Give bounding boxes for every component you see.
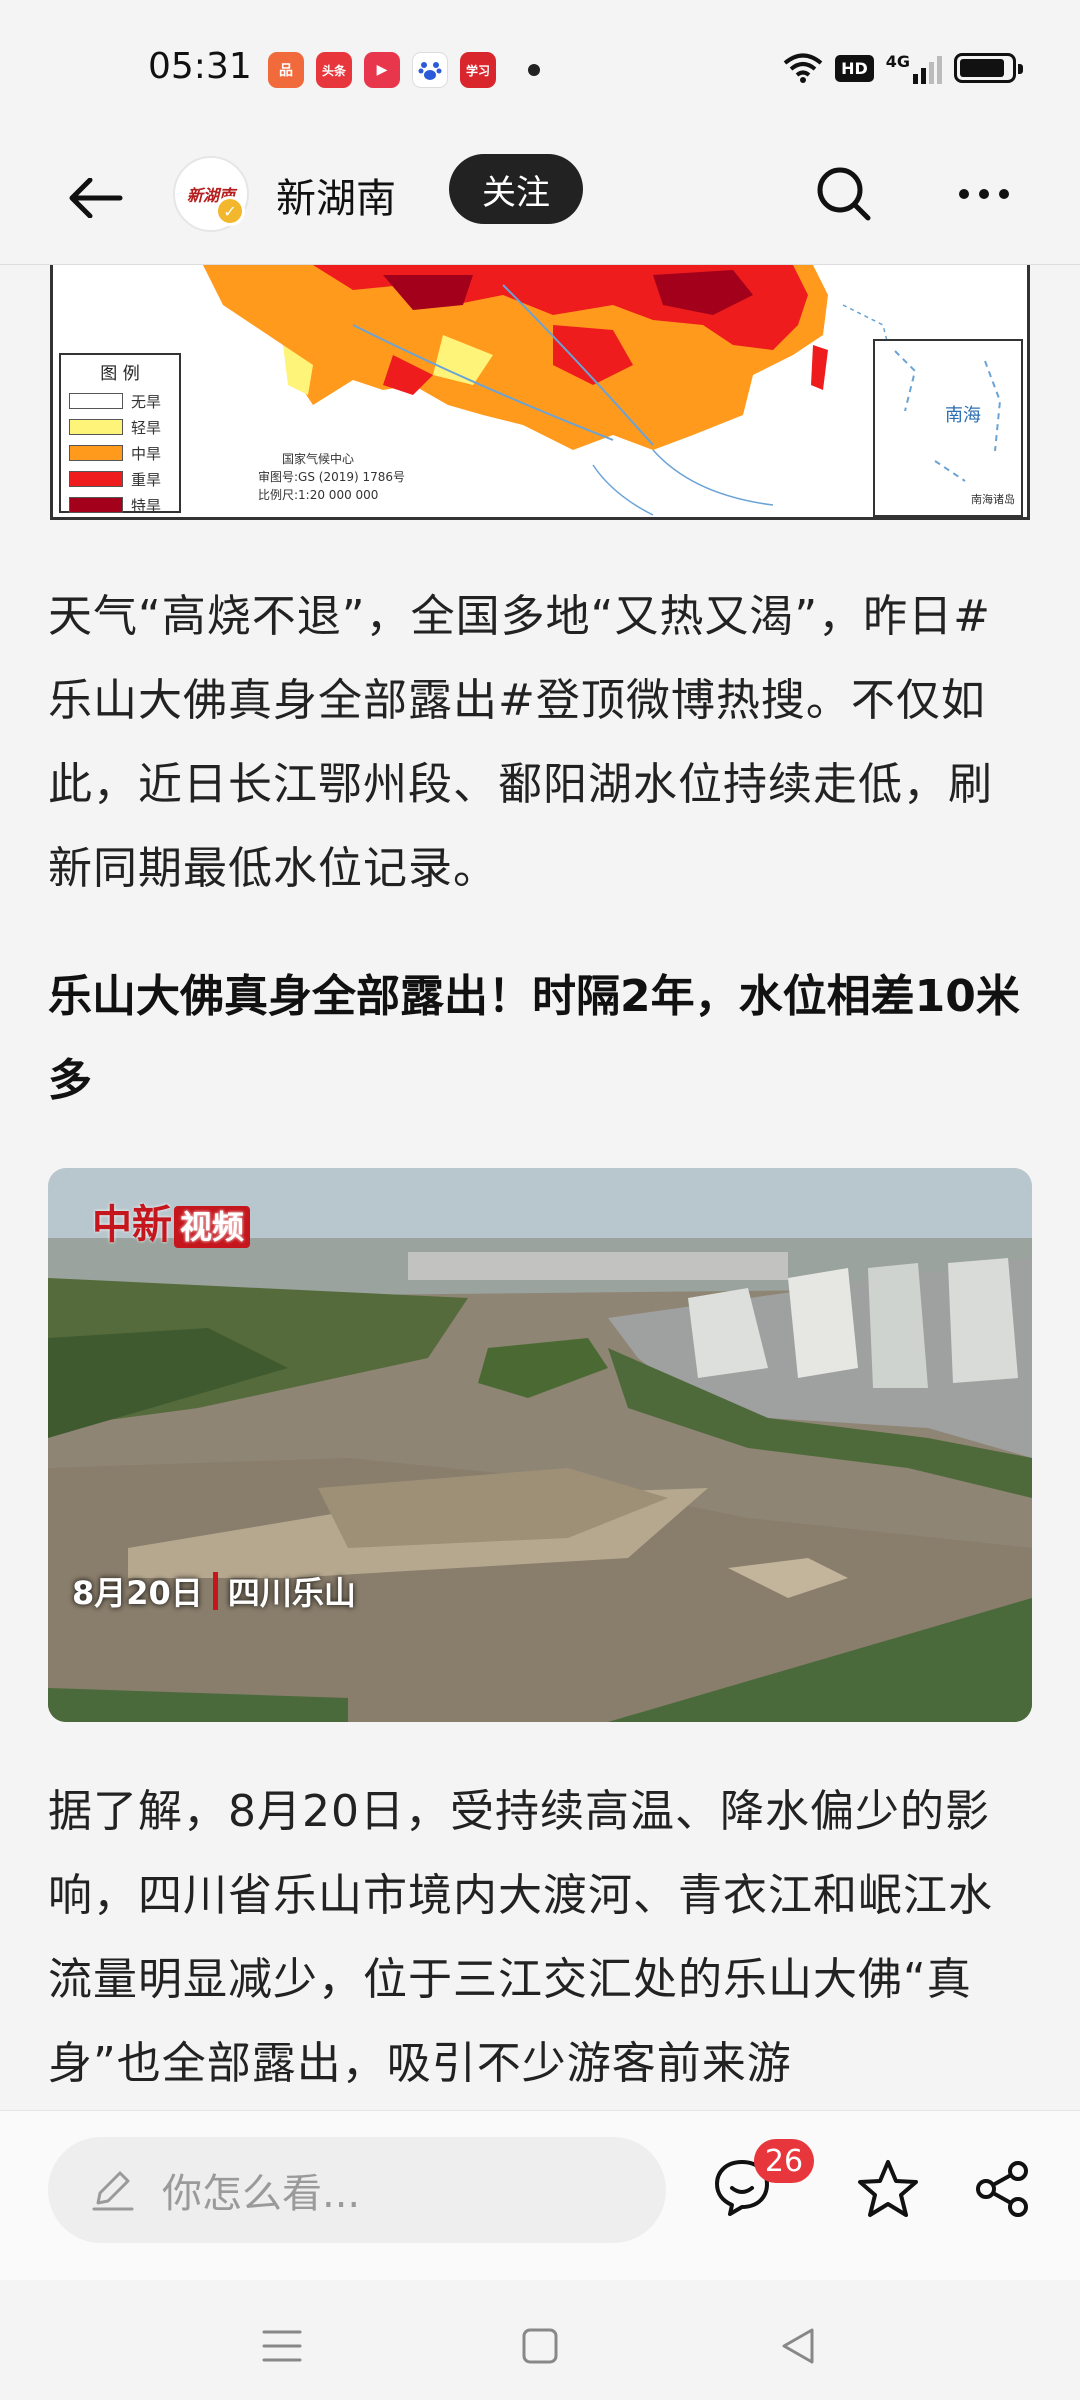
back-triangle-icon	[782, 2328, 814, 2364]
photo-place: 四川乐山	[227, 1574, 356, 1612]
notification-icons: 品 头条 ▶ 学习	[268, 52, 540, 88]
xuexi-icon: 学习	[460, 52, 496, 88]
verified-badge-icon: ✓	[215, 196, 245, 226]
search-button[interactable]	[808, 158, 880, 230]
back-button[interactable]	[60, 162, 132, 234]
nav-home-button[interactable]	[500, 2306, 580, 2386]
share-button[interactable]	[960, 2147, 1044, 2231]
nav-menu-button[interactable]	[242, 2306, 322, 2386]
photo-caption: 8月20日 四川乐山	[72, 1568, 356, 1614]
pencil-icon	[92, 2171, 134, 2211]
network-type: 4G	[885, 52, 910, 71]
home-square-icon	[522, 2328, 558, 2364]
article-header: 新湖南 ✓ 新湖南 关注	[0, 140, 1080, 265]
map-legend: 图 例 无旱 轻旱 中旱 重旱 特旱	[59, 353, 181, 515]
legend-item: 中旱	[69, 440, 171, 466]
menu-lines-icon	[262, 2330, 302, 2362]
search-icon	[817, 167, 871, 221]
comment-input[interactable]: 你怎么看...	[48, 2137, 666, 2243]
comment-count-badge: 26	[754, 2139, 814, 2183]
star-icon	[858, 2160, 918, 2217]
article-paragraph-1: 天气“高烧不退”，全国多地“又热又渴”，昨日#乐山大佛真身全部露出#登顶微博热搜…	[48, 591, 993, 894]
south-sea-inset: 南海 南海诸岛	[873, 339, 1023, 517]
wifi-icon	[783, 53, 823, 83]
app-icon: 品	[268, 52, 304, 88]
map-number: 审图号:GS (2019) 1786号	[258, 470, 406, 484]
system-nav-bar	[0, 2280, 1080, 2400]
more-dots-icon	[959, 189, 1009, 199]
legend-item: 无旱	[69, 388, 171, 414]
more-options-button[interactable]	[948, 158, 1020, 230]
chinanews-video-logo: 中新 视频	[92, 1192, 251, 1250]
drought-map-image[interactable]: 图 例 无旱 轻旱 中旱 重旱 特旱 国家气候中心 审图号:GS (2019) …	[50, 265, 1030, 520]
article-subheading: 乐山大佛真身全部露出！时隔2年，水位相差10米多	[48, 971, 1020, 1106]
nav-back-button[interactable]	[758, 2306, 838, 2386]
photo-scene	[48, 1168, 1032, 1722]
baidu-icon	[412, 52, 448, 88]
follow-button[interactable]: 关注	[449, 154, 583, 224]
legend-item: 轻旱	[69, 414, 171, 440]
legend-item: 重旱	[69, 466, 171, 492]
signal-icon: 4G	[886, 52, 942, 84]
status-bar: 05:31 品 头条 ▶ 学习 HD 4G	[0, 0, 1080, 140]
more-notifications-dot	[528, 64, 540, 76]
bottom-action-bar: 你怎么看... 26	[0, 2110, 1080, 2280]
leshan-river-photo[interactable]: 中新 视频 8月20日 四川乐山	[48, 1168, 1032, 1722]
photo-date: 8月20日	[72, 1574, 203, 1612]
article-content: 图 例 无旱 轻旱 中旱 重旱 特旱 国家气候中心 审图号:GS (2019) …	[0, 265, 1080, 2110]
inset-caption: 南海诸岛	[971, 493, 1015, 506]
status-time: 05:31	[148, 46, 252, 87]
favorite-button[interactable]	[846, 2147, 930, 2231]
article-paragraph-2: 据了解，8月20日，受持续高温、降水偏少的影响，四川省乐山市境内大渡河、青衣江和…	[48, 1786, 993, 2089]
map-caption: 国家气候中心 审图号:GS (2019) 1786号 比例尺:1:20 000 …	[258, 450, 405, 504]
comment-placeholder: 你怎么看...	[162, 2171, 361, 2217]
back-arrow-icon	[69, 178, 123, 218]
map-scale: 比例尺:1:20 000 000	[258, 488, 379, 502]
hd-badge: HD	[835, 54, 874, 82]
legend-title: 图 例	[100, 364, 140, 384]
share-icon	[976, 2161, 1028, 2217]
toutiao-icon: 头条	[316, 52, 352, 88]
video-icon: ▶	[364, 52, 400, 88]
account-name[interactable]: 新湖南	[276, 166, 396, 224]
system-icons: HD 4G	[783, 52, 1023, 84]
map-source: 国家气候中心	[282, 452, 355, 466]
legend-item: 特旱	[69, 492, 171, 517]
battery-icon	[954, 53, 1023, 83]
